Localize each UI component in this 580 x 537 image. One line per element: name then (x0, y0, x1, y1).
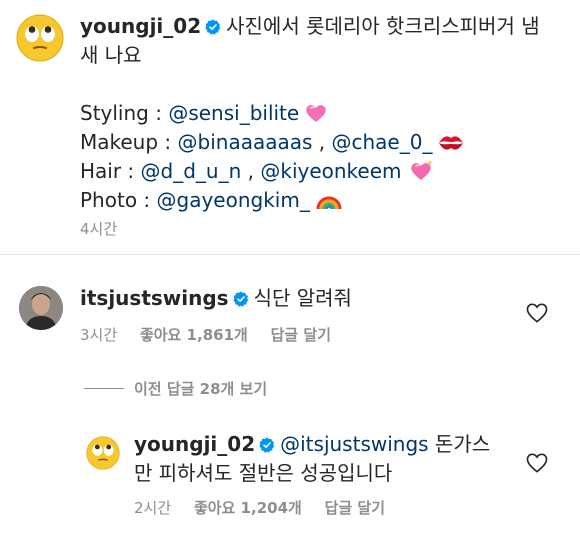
credit-photo: Photo : @gayeongkim_ (80, 186, 560, 215)
reply-author-username[interactable]: youngji_02 (134, 432, 255, 456)
post-author-username[interactable]: youngji_02 (80, 14, 201, 38)
mention-link[interactable]: @sensi_bilite (168, 101, 299, 125)
credit-label: Makeup : (80, 130, 178, 154)
like-heart-icon[interactable] (526, 303, 548, 323)
mention-link[interactable]: @chae_0_ (331, 130, 432, 154)
reply-button[interactable]: 답글 달기 (271, 326, 331, 344)
commenter-username[interactable]: itsjustswings (80, 286, 229, 310)
profile-photo-icon (19, 286, 63, 330)
reply-timestamp: 2시간 (134, 499, 172, 517)
mention-link[interactable]: @d_d_u_n (141, 159, 242, 183)
post-caption-text-1: 사진에서 롯데리아 핫크리스피버거 냄 (226, 14, 540, 38)
credit-label: Styling : (80, 101, 169, 125)
pink-heart-icon (306, 105, 326, 122)
like-heart-icon[interactable] (526, 453, 548, 473)
sparkling-heart-icon (410, 160, 433, 180)
comment-body: itsjustswings 식단 알려줘 (80, 284, 352, 313)
mention-link[interactable]: @gayeongkim_ (157, 188, 310, 212)
credit-label: Hair : (80, 159, 141, 183)
kiss-mark-icon (439, 136, 464, 150)
credit-label: Photo : (80, 188, 157, 212)
face-with-rolling-eyes-icon (86, 436, 120, 470)
post-timestamp: 4시간 (80, 220, 118, 238)
rainbow-icon (316, 196, 342, 210)
reply-button[interactable]: 답글 달기 (325, 499, 385, 517)
credit-makeup: Makeup : @binaaaaaas , @chae_0_ (80, 128, 560, 157)
credit-styling: Styling : @sensi_bilite (80, 99, 560, 128)
verified-badge-icon (232, 291, 248, 307)
reply-body: youngji_02 @itsjustswings 돈가스 만 피하셔도 절반은 … (134, 430, 534, 488)
post-author-avatar[interactable] (16, 14, 64, 62)
comment-likes-count[interactable]: 좋아요 1,861개 (140, 326, 248, 344)
credit-hair: Hair : @d_d_u_n , @kiyeonkeem (80, 157, 560, 186)
post-caption: youngji_02 사진에서 롯데리아 핫크리스피버거 냄 새 나요 Styli… (80, 12, 560, 215)
comment-timestamp: 3시간 (80, 326, 118, 344)
comment-meta: 3시간 좋아요 1,861개 답글 달기 (80, 324, 331, 345)
reply-likes-count[interactable]: 좋아요 1,204개 (194, 499, 302, 517)
view-replies-line (84, 388, 124, 389)
post-caption-text-2: 새 나요 (80, 43, 142, 67)
comment-text: 식단 알려줘 (253, 286, 352, 310)
reply-text-2: 만 피하셔도 절반은 성공입니다 (134, 461, 393, 485)
verified-badge-icon (259, 437, 275, 453)
reply-text-1: 돈가스 (428, 432, 491, 456)
mention-link[interactable]: @itsjustswings (280, 432, 428, 456)
reply-author-avatar[interactable] (86, 436, 120, 470)
mention-link[interactable]: @kiyeonkeem (260, 159, 401, 183)
reply-meta: 2시간 좋아요 1,204개 답글 달기 (134, 497, 385, 518)
view-previous-replies-button[interactable]: 이전 답글 28개 보기 (134, 378, 267, 399)
credit-separator: , (312, 130, 332, 154)
mention-link[interactable]: @binaaaaaas (178, 130, 313, 154)
face-with-rolling-eyes-icon (16, 14, 64, 62)
verified-badge-icon (205, 19, 221, 35)
divider (0, 254, 580, 255)
credit-separator: , (241, 159, 261, 183)
commenter-avatar[interactable] (19, 286, 63, 330)
